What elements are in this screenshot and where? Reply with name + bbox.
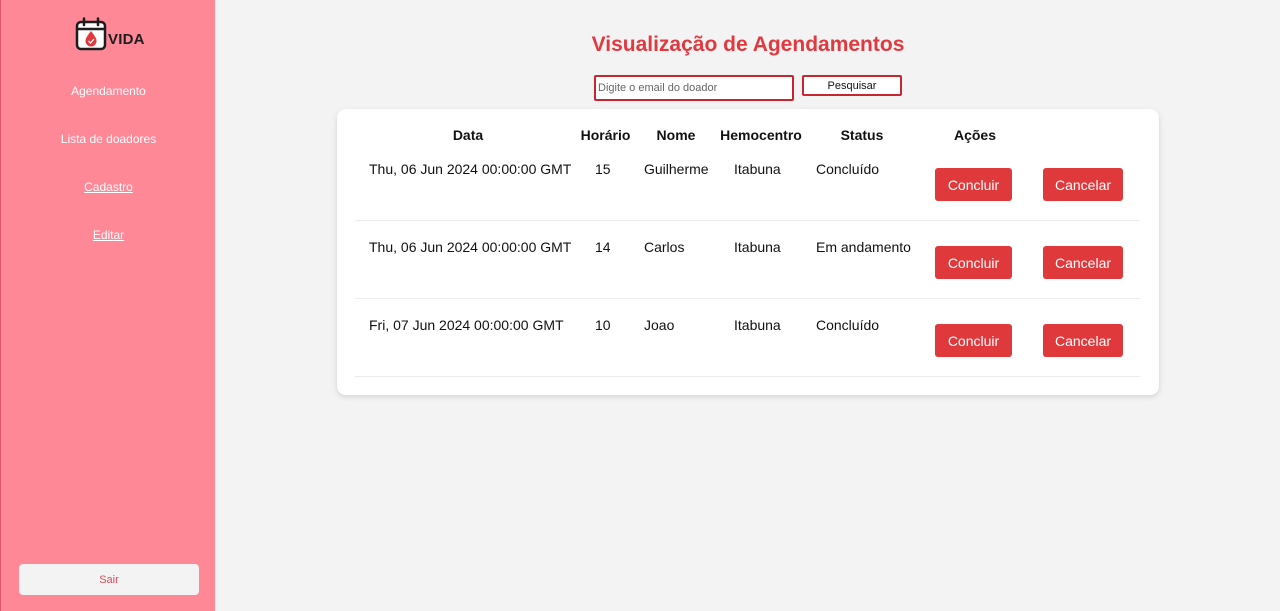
cancel-button[interactable]: Cancelar	[1043, 246, 1123, 279]
cell-status: Concluído	[816, 161, 880, 177]
page-title: Visualização de Agendamentos	[591, 33, 905, 56]
donor-email-search-input[interactable]	[594, 75, 794, 101]
app-logo[interactable]: VIDA	[75, 17, 145, 51]
cell-nome: Joao	[644, 317, 675, 333]
cell-data: Thu, 06 Jun 2024 00:00:00 GMT	[369, 239, 572, 255]
cell-horario: 15	[595, 161, 611, 177]
cell-data: Fri, 07 Jun 2024 00:00:00 GMT	[369, 317, 564, 333]
conclude-button[interactable]: Concluir	[935, 324, 1012, 357]
column-header-horario: Horário	[580, 127, 631, 143]
column-header-status: Status	[840, 127, 884, 143]
conclude-button[interactable]: Concluir	[935, 168, 1012, 201]
cell-nome: Carlos	[644, 239, 685, 255]
app-logo-text: VIDA	[108, 31, 145, 48]
sidebar-item-agendamento[interactable]: Agendamento	[1, 84, 216, 98]
cell-horario: 14	[595, 239, 611, 255]
cell-data: Thu, 06 Jun 2024 00:00:00 GMT	[369, 161, 572, 177]
column-header-data: Data	[452, 127, 484, 143]
cancel-button[interactable]: Cancelar	[1043, 168, 1123, 201]
sidebar-item-editar[interactable]: Editar	[1, 228, 216, 242]
cancel-button[interactable]: Cancelar	[1043, 324, 1123, 357]
cell-hemocentro: Itabuna	[734, 239, 781, 255]
cell-status: Concluído	[816, 317, 880, 333]
cell-nome: Guilherme	[644, 161, 709, 177]
calendar-blood-drop-icon	[75, 17, 107, 51]
column-header-hemocentro: Hemocentro	[720, 127, 802, 143]
sidebar: VIDA Agendamento Lista de doadores Cadas…	[0, 0, 215, 611]
search-button[interactable]: Pesquisar	[802, 75, 902, 96]
cell-hemocentro: Itabuna	[734, 161, 781, 177]
conclude-button[interactable]: Concluir	[935, 246, 1012, 279]
table-row: Thu, 06 Jun 2024 00:00:00 GMT 14 Carlos …	[355, 221, 1140, 299]
sidebar-item-lista-de-doadores[interactable]: Lista de doadores	[1, 132, 216, 146]
column-header-nome: Nome	[656, 127, 696, 143]
cell-status: Em andamento	[816, 239, 911, 255]
table-row: Thu, 06 Jun 2024 00:00:00 GMT 15 Guilher…	[355, 143, 1140, 221]
column-header-acoes: Ações	[953, 127, 997, 143]
sidebar-item-cadastro[interactable]: Cadastro	[1, 180, 216, 194]
cell-horario: 10	[595, 317, 611, 333]
logout-button[interactable]: Sair	[19, 564, 199, 595]
cell-hemocentro: Itabuna	[734, 317, 781, 333]
table-row: Fri, 07 Jun 2024 00:00:00 GMT 10 Joao It…	[355, 299, 1140, 377]
appointments-table: Data Horário Nome Hemocentro Status Açõe…	[337, 109, 1159, 395]
